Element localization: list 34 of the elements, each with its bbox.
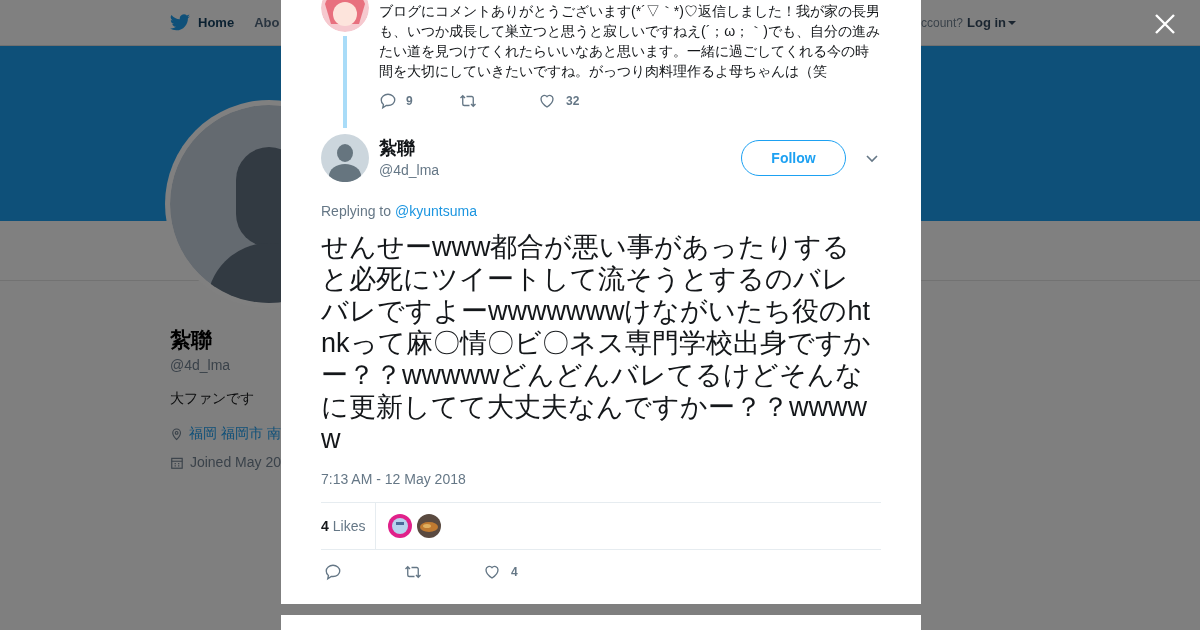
tweet-text: せんせーwww都合が悪い事があったりすると必死にツイートして流そうとするのバレバレですよーwwwwwwwけながいたち役のhtnkって麻〇情〇ビ〇ネス専門学校出身ですかー？？wwwwwどんどんバレてるけどそんなに更新してて大丈夫なんですかー？？wwwww [321,231,872,455]
location-link[interactable]: 福岡 福岡市 南 [189,423,281,444]
heart-icon[interactable] [483,563,501,581]
liker-avatar[interactable] [417,514,442,538]
likes-label: Likes [332,516,366,536]
parent-tweet-text: ブログにコメントありがとうございます(*´▽｀*)♡返信しました！我が家の長男も、いつか成長して巣立つと思うと寂しいですねえ(´；ω；｀)でも、自分の進みたい道を見つけてくれたらいいなあと思います。一緒に過ごしてくれる今の時間を大切にしていきたいですね。がっつり肉料理作るよ母ちゃんは（笑 [379,2,881,81]
reply-count: 9 [406,93,413,110]
reply-icon[interactable] [324,563,342,581]
retweet-icon[interactable] [458,92,478,110]
profile-bio: 大ファンです [170,389,255,408]
close-button[interactable] [1154,12,1178,36]
default-avatar-icon [321,134,369,182]
profile-handle: @4d_lma [170,356,232,375]
liker-avatar[interactable] [388,514,413,538]
author-handle: @4d_lma [379,160,441,180]
retweet-icon[interactable] [403,563,423,581]
heart-icon[interactable] [538,92,556,110]
reply-icon[interactable] [379,92,397,110]
likes-count: 4 [321,516,329,536]
replying-to-label: Replying to [321,202,392,221]
joined-date: Joined May 20 [189,453,281,472]
location-pin-icon [170,425,184,442]
close-icon [1154,13,1176,35]
login-link[interactable]: Log in [967,13,1017,33]
account-prompt: ccount? [921,15,964,32]
profile-name: 紮聯 [170,327,213,353]
like-count: 32 [566,93,580,110]
tweet-like-count: 4 [511,564,518,581]
nav-link[interactable]: Home [170,12,235,33]
tweet-timestamp: 7:13 AM - 12 May 2018 [321,470,467,489]
author-name: 紮聯 [379,136,416,160]
mention-link[interactable]: @kyuntsuma [395,201,477,221]
bird-icon [170,14,190,31]
nav-link[interactable]: Abo [254,12,280,33]
